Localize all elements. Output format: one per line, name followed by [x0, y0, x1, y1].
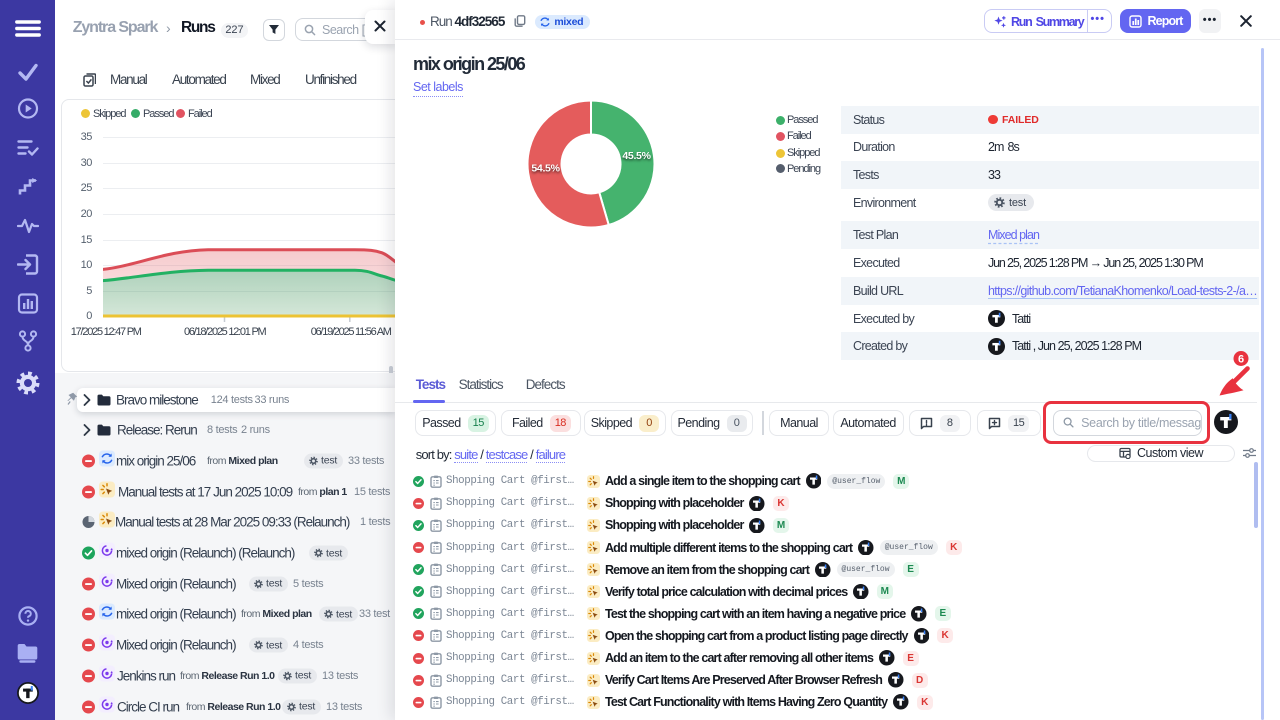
- svg-text:6: 6: [1238, 354, 1244, 366]
- svg-text:54.5%: 54.5%: [531, 163, 560, 175]
- svg-text:45.5%: 45.5%: [622, 150, 651, 162]
